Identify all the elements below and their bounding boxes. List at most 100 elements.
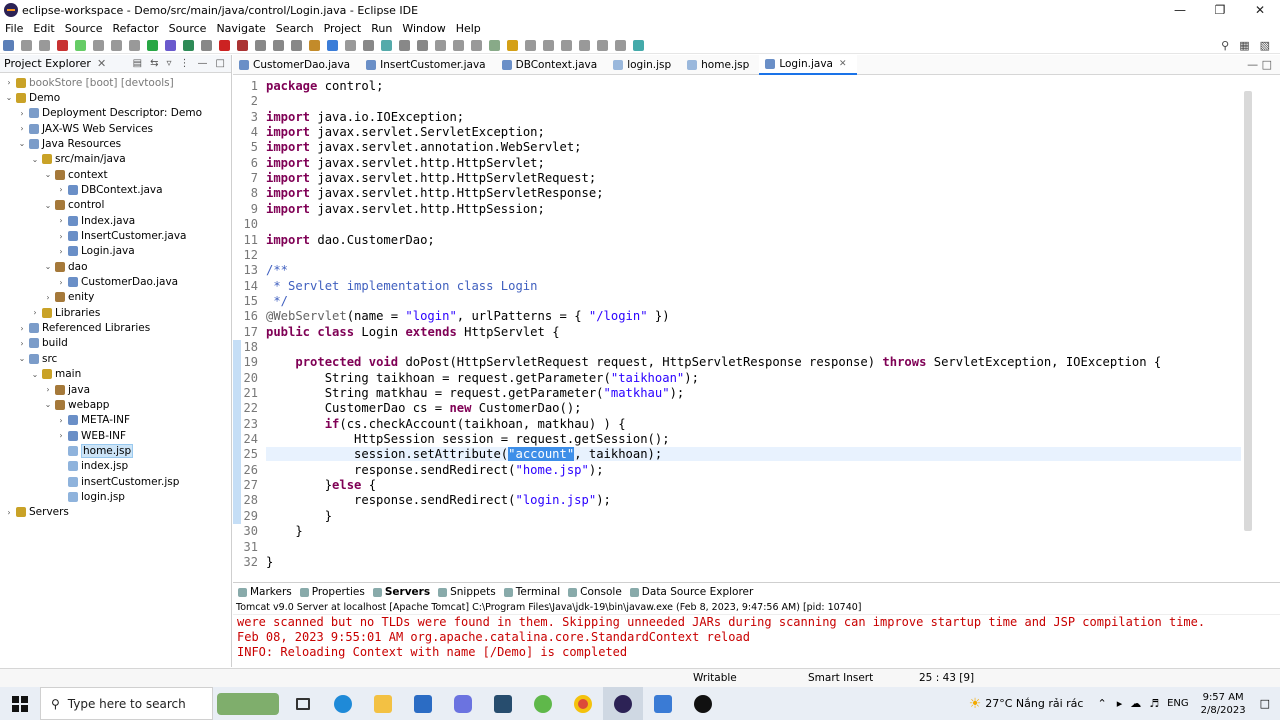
- chevron-right-icon[interactable]: ›: [56, 247, 66, 256]
- tree-item[interactable]: ⌄ Java Resources: [17, 136, 122, 151]
- toolbar-button-16-icon[interactable]: [291, 39, 302, 51]
- app-hex-icon[interactable]: [443, 687, 483, 720]
- editor-tab[interactable]: CustomerDao.java: [233, 55, 360, 75]
- chevron-right-icon[interactable]: ›: [17, 324, 27, 333]
- code-line[interactable]: String taikhoan = request.getParameter("…: [266, 371, 699, 385]
- clock[interactable]: 9:57 AM 2/8/2023: [1201, 691, 1246, 717]
- toolbar-button-22-icon[interactable]: [399, 39, 410, 51]
- toolbar-button-11-icon[interactable]: [201, 39, 212, 51]
- toolbar-button-28-icon[interactable]: [507, 39, 518, 51]
- chevron-right-icon[interactable]: ›: [4, 78, 14, 87]
- toolbar-button-29-icon[interactable]: [525, 39, 536, 51]
- editor-tab[interactable]: Login.java ✕: [759, 54, 857, 75]
- close-button[interactable]: ✕: [1240, 0, 1280, 20]
- toolbar-button-24-icon[interactable]: [435, 39, 446, 51]
- bottom-tab[interactable]: Console: [563, 586, 625, 598]
- vertical-scrollbar[interactable]: [1244, 79, 1254, 569]
- tree-item[interactable]: ⌄ main: [30, 367, 82, 382]
- chevron-down-icon[interactable]: ⌄: [43, 201, 53, 210]
- chevron-right-icon[interactable]: ›: [4, 508, 14, 517]
- chevron-right-icon[interactable]: ›: [30, 308, 40, 317]
- menu-navigate-5[interactable]: Navigate: [211, 22, 270, 35]
- chevron-down-icon[interactable]: ⌄: [17, 139, 27, 148]
- code-line[interactable]: }: [266, 509, 332, 523]
- bottom-tab[interactable]: Markers: [233, 586, 295, 598]
- tree-item[interactable]: index.jsp: [56, 459, 128, 474]
- code-line[interactable]: String matkhau = request.getParameter("m…: [266, 386, 685, 400]
- code-line[interactable]: * Servlet implementation class Login: [266, 279, 537, 293]
- console-output[interactable]: were scanned but no TLDs were found in t…: [233, 615, 1280, 660]
- tree-item[interactable]: › Index.java: [56, 213, 135, 228]
- code-line[interactable]: import javax.servlet.http.HttpSession;: [266, 202, 545, 216]
- tree-item[interactable]: › build: [17, 336, 67, 351]
- bottom-tab[interactable]: Properties: [295, 586, 368, 598]
- project-explorer-tab[interactable]: Project Explorer: [4, 57, 91, 70]
- language-indicator[interactable]: ENG: [1167, 698, 1189, 709]
- taskbar-search-box[interactable]: ⚲ Type here to search: [40, 687, 213, 720]
- editor-tab[interactable]: DBContext.java: [496, 55, 608, 75]
- code-line[interactable]: protected void doPost(HttpServletRequest…: [266, 355, 1161, 369]
- toolbar-button-3-icon[interactable]: [57, 39, 68, 51]
- store-icon[interactable]: [403, 687, 443, 720]
- toolbar-button-10-icon[interactable]: [183, 39, 194, 51]
- tree-item[interactable]: › Libraries: [30, 305, 100, 320]
- toolbar-button-0-icon[interactable]: [3, 39, 14, 51]
- task-view-icon[interactable]: [283, 687, 323, 720]
- toolbar-button-23-icon[interactable]: [417, 39, 428, 51]
- chevron-right-icon[interactable]: ›: [56, 216, 66, 225]
- filter-icon[interactable]: ▿: [167, 58, 172, 69]
- menu-search-6[interactable]: Search: [271, 22, 319, 35]
- chrome-icon[interactable]: [563, 687, 603, 720]
- search-icon[interactable]: ⚲: [1221, 39, 1229, 52]
- tree-item[interactable]: › Servers: [4, 505, 69, 520]
- perspective-icon[interactable]: ▦: [1239, 39, 1249, 52]
- toolbar-button-20-icon[interactable]: [363, 39, 374, 51]
- edge-icon[interactable]: [323, 687, 363, 720]
- tree-item[interactable]: › JAX-WS Web Services: [17, 121, 153, 136]
- tree-item[interactable]: › InsertCustomer.java: [56, 229, 186, 244]
- toolbar-button-13-icon[interactable]: [237, 39, 248, 51]
- chevron-right-icon[interactable]: ›: [56, 431, 66, 440]
- toolbar-button-8-icon[interactable]: [147, 39, 158, 51]
- toolbar-button-18-icon[interactable]: [327, 39, 338, 51]
- bottom-tab[interactable]: Servers: [368, 586, 433, 598]
- toolbar-button-25-icon[interactable]: [453, 39, 464, 51]
- tree-item[interactable]: › Deployment Descriptor: Demo: [17, 106, 202, 121]
- toolbar-button-5-icon[interactable]: [93, 39, 104, 51]
- code-line[interactable]: session.setAttribute("account", taikhoan…: [266, 447, 1241, 462]
- toolbar-button-12-icon[interactable]: [219, 39, 230, 51]
- tree-item[interactable]: › DBContext.java: [56, 182, 162, 197]
- toolbar-button-4-icon[interactable]: [75, 39, 86, 51]
- chevron-down-icon[interactable]: ⌄: [30, 370, 40, 379]
- code-line[interactable]: import javax.servlet.http.HttpServletRes…: [266, 186, 604, 200]
- notification-icon[interactable]: □: [1260, 697, 1270, 710]
- code-line[interactable]: }else {: [266, 478, 376, 492]
- menu-file-0[interactable]: File: [0, 22, 28, 35]
- code-editor[interactable]: 1 package control; 2 3 import java.io.IOExce…: [233, 76, 1280, 569]
- minimize-button[interactable]: —: [1160, 0, 1200, 20]
- menu-edit-1[interactable]: Edit: [28, 22, 59, 35]
- chevron-up-icon[interactable]: ⌃: [1097, 697, 1106, 710]
- toolbar-button-17-icon[interactable]: [309, 39, 320, 51]
- code-line[interactable]: import javax.servlet.http.HttpServlet;: [266, 156, 545, 170]
- code-line[interactable]: import javax.servlet.annotation.WebServl…: [266, 140, 582, 154]
- toolbar-button-6-icon[interactable]: [111, 39, 122, 51]
- menu-source-2[interactable]: Source: [60, 22, 108, 35]
- toolbar-button-15-icon[interactable]: [273, 39, 284, 51]
- chevron-down-icon[interactable]: ⌄: [30, 155, 40, 164]
- code-line[interactable]: import dao.CustomerDao;: [266, 233, 435, 247]
- menu-source-4[interactable]: Source: [164, 22, 212, 35]
- tree-item[interactable]: › WEB-INF: [56, 428, 126, 443]
- tree-item[interactable]: › enity: [43, 290, 94, 305]
- toolbar-button-7-icon[interactable]: [129, 39, 140, 51]
- toolbar-button-1-icon[interactable]: [21, 39, 32, 51]
- code-line[interactable]: import javax.servlet.http.HttpServletReq…: [266, 171, 596, 185]
- code-line[interactable]: import java.io.IOException;: [266, 110, 464, 124]
- network-icon[interactable]: ▸: [1117, 697, 1123, 710]
- close-tab-icon[interactable]: ✕: [839, 59, 847, 69]
- toolbar-button-2-icon[interactable]: [39, 39, 50, 51]
- sql-tool-icon[interactable]: [483, 687, 523, 720]
- link-editor-icon[interactable]: ⇆: [150, 58, 158, 69]
- tree-item[interactable]: › CustomerDao.java: [56, 275, 178, 290]
- toolbar-button-14-icon[interactable]: [255, 39, 266, 51]
